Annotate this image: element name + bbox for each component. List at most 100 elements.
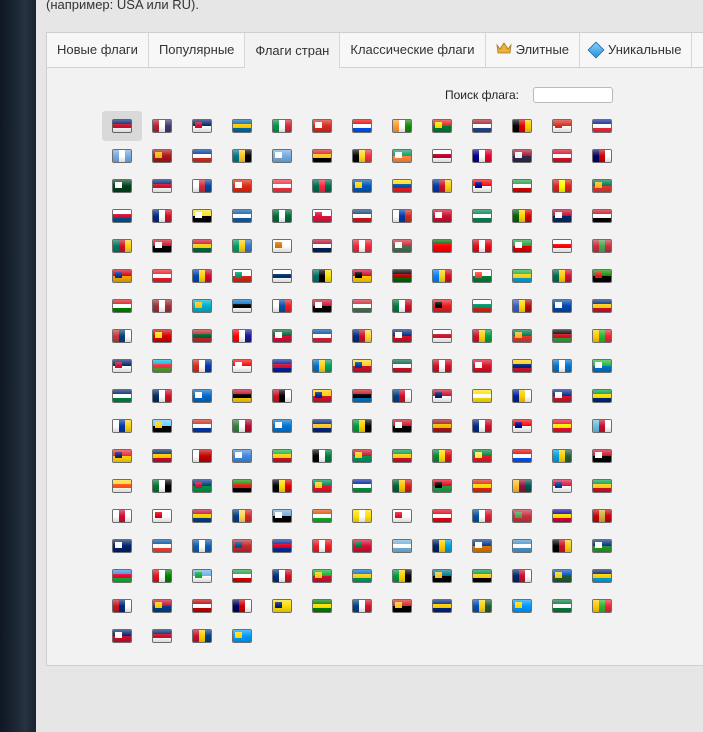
flag-de[interactable] <box>502 111 542 141</box>
flag-cu[interactable] <box>542 381 582 411</box>
flag-hk[interactable] <box>222 171 262 201</box>
flag-gh[interactable] <box>182 231 222 261</box>
flag-zm2[interactable] <box>222 471 262 501</box>
flag-om[interactable] <box>102 291 142 321</box>
flag-bh[interactable] <box>422 351 462 381</box>
flag-ye2[interactable] <box>582 441 622 471</box>
flag-ir[interactable] <box>502 171 542 201</box>
flag-pe[interactable] <box>542 141 582 171</box>
flag-td[interactable] <box>142 441 182 471</box>
flag-nl[interactable] <box>462 111 502 141</box>
flag-je[interactable] <box>382 501 422 531</box>
flag-bt[interactable] <box>102 471 142 501</box>
flag-us[interactable] <box>142 111 182 141</box>
flag-hn2[interactable] <box>262 411 302 441</box>
flag-nz[interactable] <box>142 171 182 201</box>
flag-jp[interactable] <box>422 141 462 171</box>
flag-ee[interactable] <box>222 291 262 321</box>
flag-bj[interactable] <box>302 471 342 501</box>
flag-bg2[interactable] <box>462 291 502 321</box>
flag-ye[interactable] <box>142 231 182 261</box>
flag-ug[interactable] <box>262 471 302 501</box>
flag-gb5[interactable] <box>142 621 182 651</box>
flag-by[interactable] <box>582 231 622 261</box>
flag-ki2[interactable] <box>142 591 182 621</box>
flag-na[interactable] <box>182 471 222 501</box>
flag-ar[interactable] <box>102 141 142 171</box>
flag-ga[interactable] <box>222 231 262 261</box>
flag-py2[interactable] <box>182 411 222 441</box>
flag-vg[interactable] <box>102 381 142 411</box>
flag-pt[interactable] <box>422 231 462 261</box>
flag-gb[interactable] <box>102 111 142 141</box>
flag-sk[interactable] <box>262 291 302 321</box>
flag-ir2[interactable] <box>502 231 542 261</box>
flag-et[interactable] <box>422 441 462 471</box>
flag-me[interactable] <box>582 501 622 531</box>
flag-at[interactable] <box>342 231 382 261</box>
flag-cr2[interactable] <box>462 411 502 441</box>
flag-ht[interactable] <box>262 351 302 381</box>
flag-kn[interactable] <box>462 561 502 591</box>
flag-nc[interactable] <box>142 201 182 231</box>
flag-ki[interactable] <box>182 501 222 531</box>
flag-sg[interactable] <box>262 171 302 201</box>
flag-lv[interactable] <box>142 291 182 321</box>
flag-is[interactable] <box>302 321 342 351</box>
flag-ws[interactable] <box>102 591 142 621</box>
flag-pe2[interactable] <box>462 351 502 381</box>
flag-ae[interactable] <box>142 471 182 501</box>
flag-my2[interactable] <box>222 591 262 621</box>
flag-ro[interactable] <box>582 291 622 321</box>
flag-bg[interactable] <box>222 261 262 291</box>
flag-id[interactable] <box>222 351 262 381</box>
flag-mv[interactable] <box>342 531 382 561</box>
flag-ag[interactable] <box>342 381 382 411</box>
flag-hu2[interactable] <box>342 291 382 321</box>
flag-vc[interactable] <box>302 351 342 381</box>
flag-sv[interactable] <box>542 291 582 321</box>
flag-cn[interactable] <box>462 471 502 501</box>
flag-tn[interactable] <box>422 501 462 531</box>
flag-ki3[interactable] <box>182 621 222 651</box>
flag-jm2[interactable] <box>382 561 422 591</box>
flag-tg[interactable] <box>542 261 582 291</box>
flag-se[interactable] <box>222 111 262 141</box>
flag-bm[interactable] <box>422 381 462 411</box>
flag-sb[interactable] <box>542 561 582 591</box>
flag-am[interactable] <box>102 261 142 291</box>
flag-mm2[interactable] <box>582 591 622 621</box>
flag-mn[interactable] <box>222 531 262 561</box>
flag-pr2[interactable] <box>502 441 542 471</box>
flag-sr[interactable] <box>222 411 262 441</box>
flag-tz[interactable] <box>502 261 542 291</box>
flag-cc[interactable] <box>302 591 342 621</box>
flag-gi[interactable] <box>142 501 182 531</box>
flag-rw[interactable] <box>542 441 582 471</box>
flag-om2[interactable] <box>142 561 182 591</box>
flag-gn[interactable] <box>342 441 382 471</box>
flag-it[interactable] <box>262 111 302 141</box>
tab-1[interactable]: Популярные <box>148 33 246 67</box>
flag-ls[interactable] <box>342 471 382 501</box>
tab-3[interactable]: Классические флаги <box>340 33 486 67</box>
flag-by2[interactable] <box>502 501 542 531</box>
flag-gb2[interactable] <box>182 111 222 141</box>
flag-st[interactable] <box>302 561 342 591</box>
flag-md[interactable] <box>182 261 222 291</box>
flag-np[interactable] <box>542 471 582 501</box>
flag-va2[interactable] <box>342 501 382 531</box>
flag-es[interactable] <box>142 141 182 171</box>
flag-so[interactable] <box>222 441 262 471</box>
flag-gl[interactable] <box>102 501 142 531</box>
flag-cr[interactable] <box>382 321 422 351</box>
flag-ck[interactable] <box>102 531 142 561</box>
flag-er[interactable] <box>102 561 142 591</box>
flag-pg[interactable] <box>542 531 582 561</box>
flag-tl2[interactable] <box>382 591 422 621</box>
flag-mu[interactable] <box>102 441 142 471</box>
tab-0[interactable]: Новые флаги <box>47 33 149 67</box>
flag-is2[interactable] <box>462 501 502 531</box>
flag-zm[interactable] <box>582 261 622 291</box>
flag-rs[interactable] <box>102 321 142 351</box>
